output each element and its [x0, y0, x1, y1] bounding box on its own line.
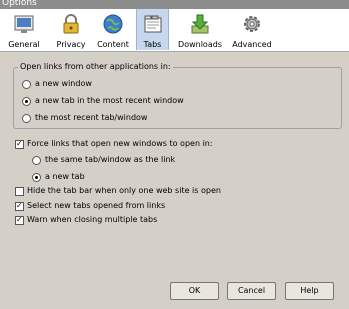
tab-content-label: Content	[97, 40, 129, 49]
options-toolbar: General Privacy Content Tabs Downloads A…	[0, 9, 349, 52]
radio-most-recent-label: the most recent tab/window	[35, 113, 148, 122]
links-group-title: Open links from other applications in:	[18, 62, 173, 71]
tab-content[interactable]: Content	[95, 9, 131, 51]
cancel-button[interactable]: Cancel	[227, 282, 276, 300]
warn-closing-checkbox[interactable]: Warn when closing multiple tabs	[15, 215, 158, 225]
radio-force-new-tab-label: a new tab	[45, 172, 85, 181]
radio-button[interactable]	[32, 173, 41, 182]
radio-new-tab-recent-window[interactable]: a new tab in the most recent window	[22, 96, 184, 106]
warn-closing-label: Warn when closing multiple tabs	[27, 215, 158, 224]
checkbox[interactable]	[15, 140, 24, 149]
select-new-tabs-label: Select new tabs opened from links	[27, 201, 166, 210]
force-links-checkbox[interactable]: Force links that open new windows to ope…	[15, 139, 213, 149]
ok-button[interactable]: OK	[170, 282, 219, 300]
hide-tab-bar-label: Hide the tab bar when only one web site …	[27, 186, 221, 195]
tab-advanced-label: Advanced	[232, 40, 272, 49]
tab-privacy[interactable]: Privacy	[52, 9, 90, 51]
tab-general-label: General	[8, 40, 40, 49]
checkbox[interactable]	[15, 216, 24, 225]
tab-tabs[interactable]: Tabs	[136, 9, 169, 50]
tab-privacy-label: Privacy	[56, 40, 86, 49]
radio-new-tab-label: a new tab in the most recent window	[35, 96, 184, 105]
downloads-icon	[191, 14, 209, 34]
advanced-gear-icon	[244, 16, 260, 32]
help-button[interactable]: Help	[285, 282, 334, 300]
radio-button[interactable]	[22, 97, 31, 106]
tabs-icon	[144, 15, 161, 33]
radio-button[interactable]	[22, 80, 31, 89]
tab-advanced[interactable]: Advanced	[230, 9, 274, 51]
radio-new-window-label: a new window	[35, 79, 92, 88]
title-bar: Options	[0, 0, 349, 9]
radio-force-new-tab[interactable]: a new tab	[32, 172, 85, 182]
force-links-label: Force links that open new windows to ope…	[27, 139, 213, 148]
tab-tabs-label: Tabs	[143, 40, 162, 49]
tab-downloads-label: Downloads	[178, 40, 222, 49]
window-title: Options	[2, 0, 37, 8]
radio-same-tab-window[interactable]: the same tab/window as the link	[32, 155, 176, 165]
checkbox[interactable]	[15, 187, 24, 196]
tab-general[interactable]: General	[4, 9, 44, 51]
radio-same-tab-label: the same tab/window as the link	[45, 155, 176, 164]
select-new-tabs-checkbox[interactable]: Select new tabs opened from links	[15, 201, 166, 211]
checkbox[interactable]	[15, 202, 24, 211]
radio-button[interactable]	[32, 156, 41, 165]
tab-downloads[interactable]: Downloads	[175, 9, 225, 51]
radio-most-recent-tab[interactable]: the most recent tab/window	[22, 113, 148, 123]
general-icon	[14, 15, 34, 33]
radio-new-window[interactable]: a new window	[22, 79, 92, 89]
privacy-lock-icon	[63, 14, 79, 34]
hide-tab-bar-checkbox[interactable]: Hide the tab bar when only one web site …	[15, 186, 221, 196]
content-globe-icon	[103, 14, 123, 34]
radio-button[interactable]	[22, 114, 31, 123]
